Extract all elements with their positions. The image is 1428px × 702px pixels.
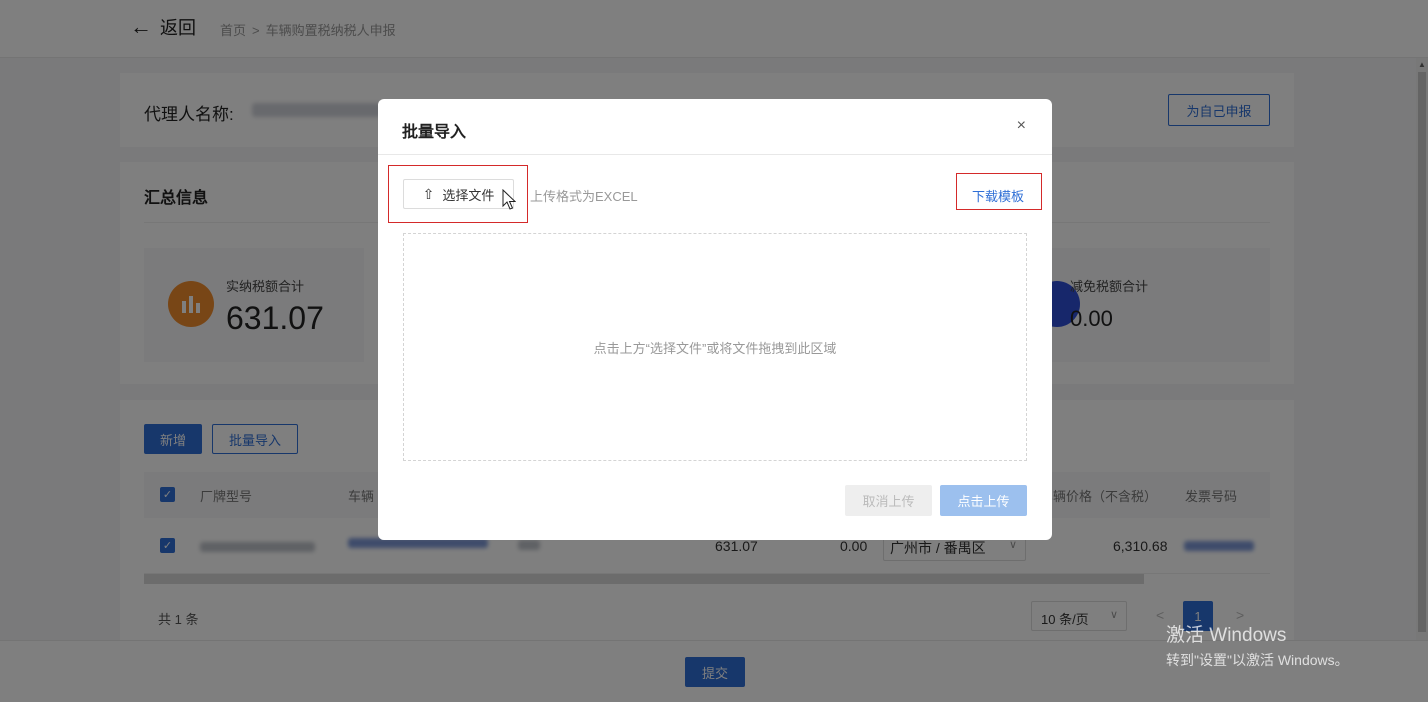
upload-icon: ⇧ — [422, 185, 435, 202]
format-hint: 上传格式为EXCEL — [530, 189, 638, 204]
choose-file-button[interactable]: ⇧ 选择文件 — [403, 179, 514, 209]
download-template-link[interactable]: 下载模板 — [972, 186, 1024, 205]
upload-button[interactable]: 点击上传 — [940, 485, 1027, 516]
mouse-pointer-icon — [502, 189, 516, 210]
close-icon[interactable]: × — [1017, 117, 1026, 135]
file-drop-zone[interactable]: 点击上方“选择文件”或将文件拖拽到此区域 — [403, 233, 1027, 461]
windows-activation-watermark: 激活 Windows 转到"设置"以激活 Windows。 — [1166, 620, 1349, 670]
choose-file-label: 选择文件 — [442, 187, 495, 203]
dialog-title: 批量导入 — [402, 124, 467, 141]
drop-zone-text: 点击上方“选择文件”或将文件拖拽到此区域 — [593, 340, 837, 356]
watermark-line-2: 转到"设置"以激活 Windows。 — [1166, 652, 1349, 668]
divider — [378, 154, 1052, 155]
cancel-upload-button[interactable]: 取消上传 — [845, 485, 932, 516]
watermark-line-1: 激活 Windows — [1166, 625, 1287, 646]
batch-import-dialog: 批量导入 × ⇧ 选择文件 上传格式为EXCEL 下载模板 点击上方“选择文件”… — [378, 99, 1052, 540]
